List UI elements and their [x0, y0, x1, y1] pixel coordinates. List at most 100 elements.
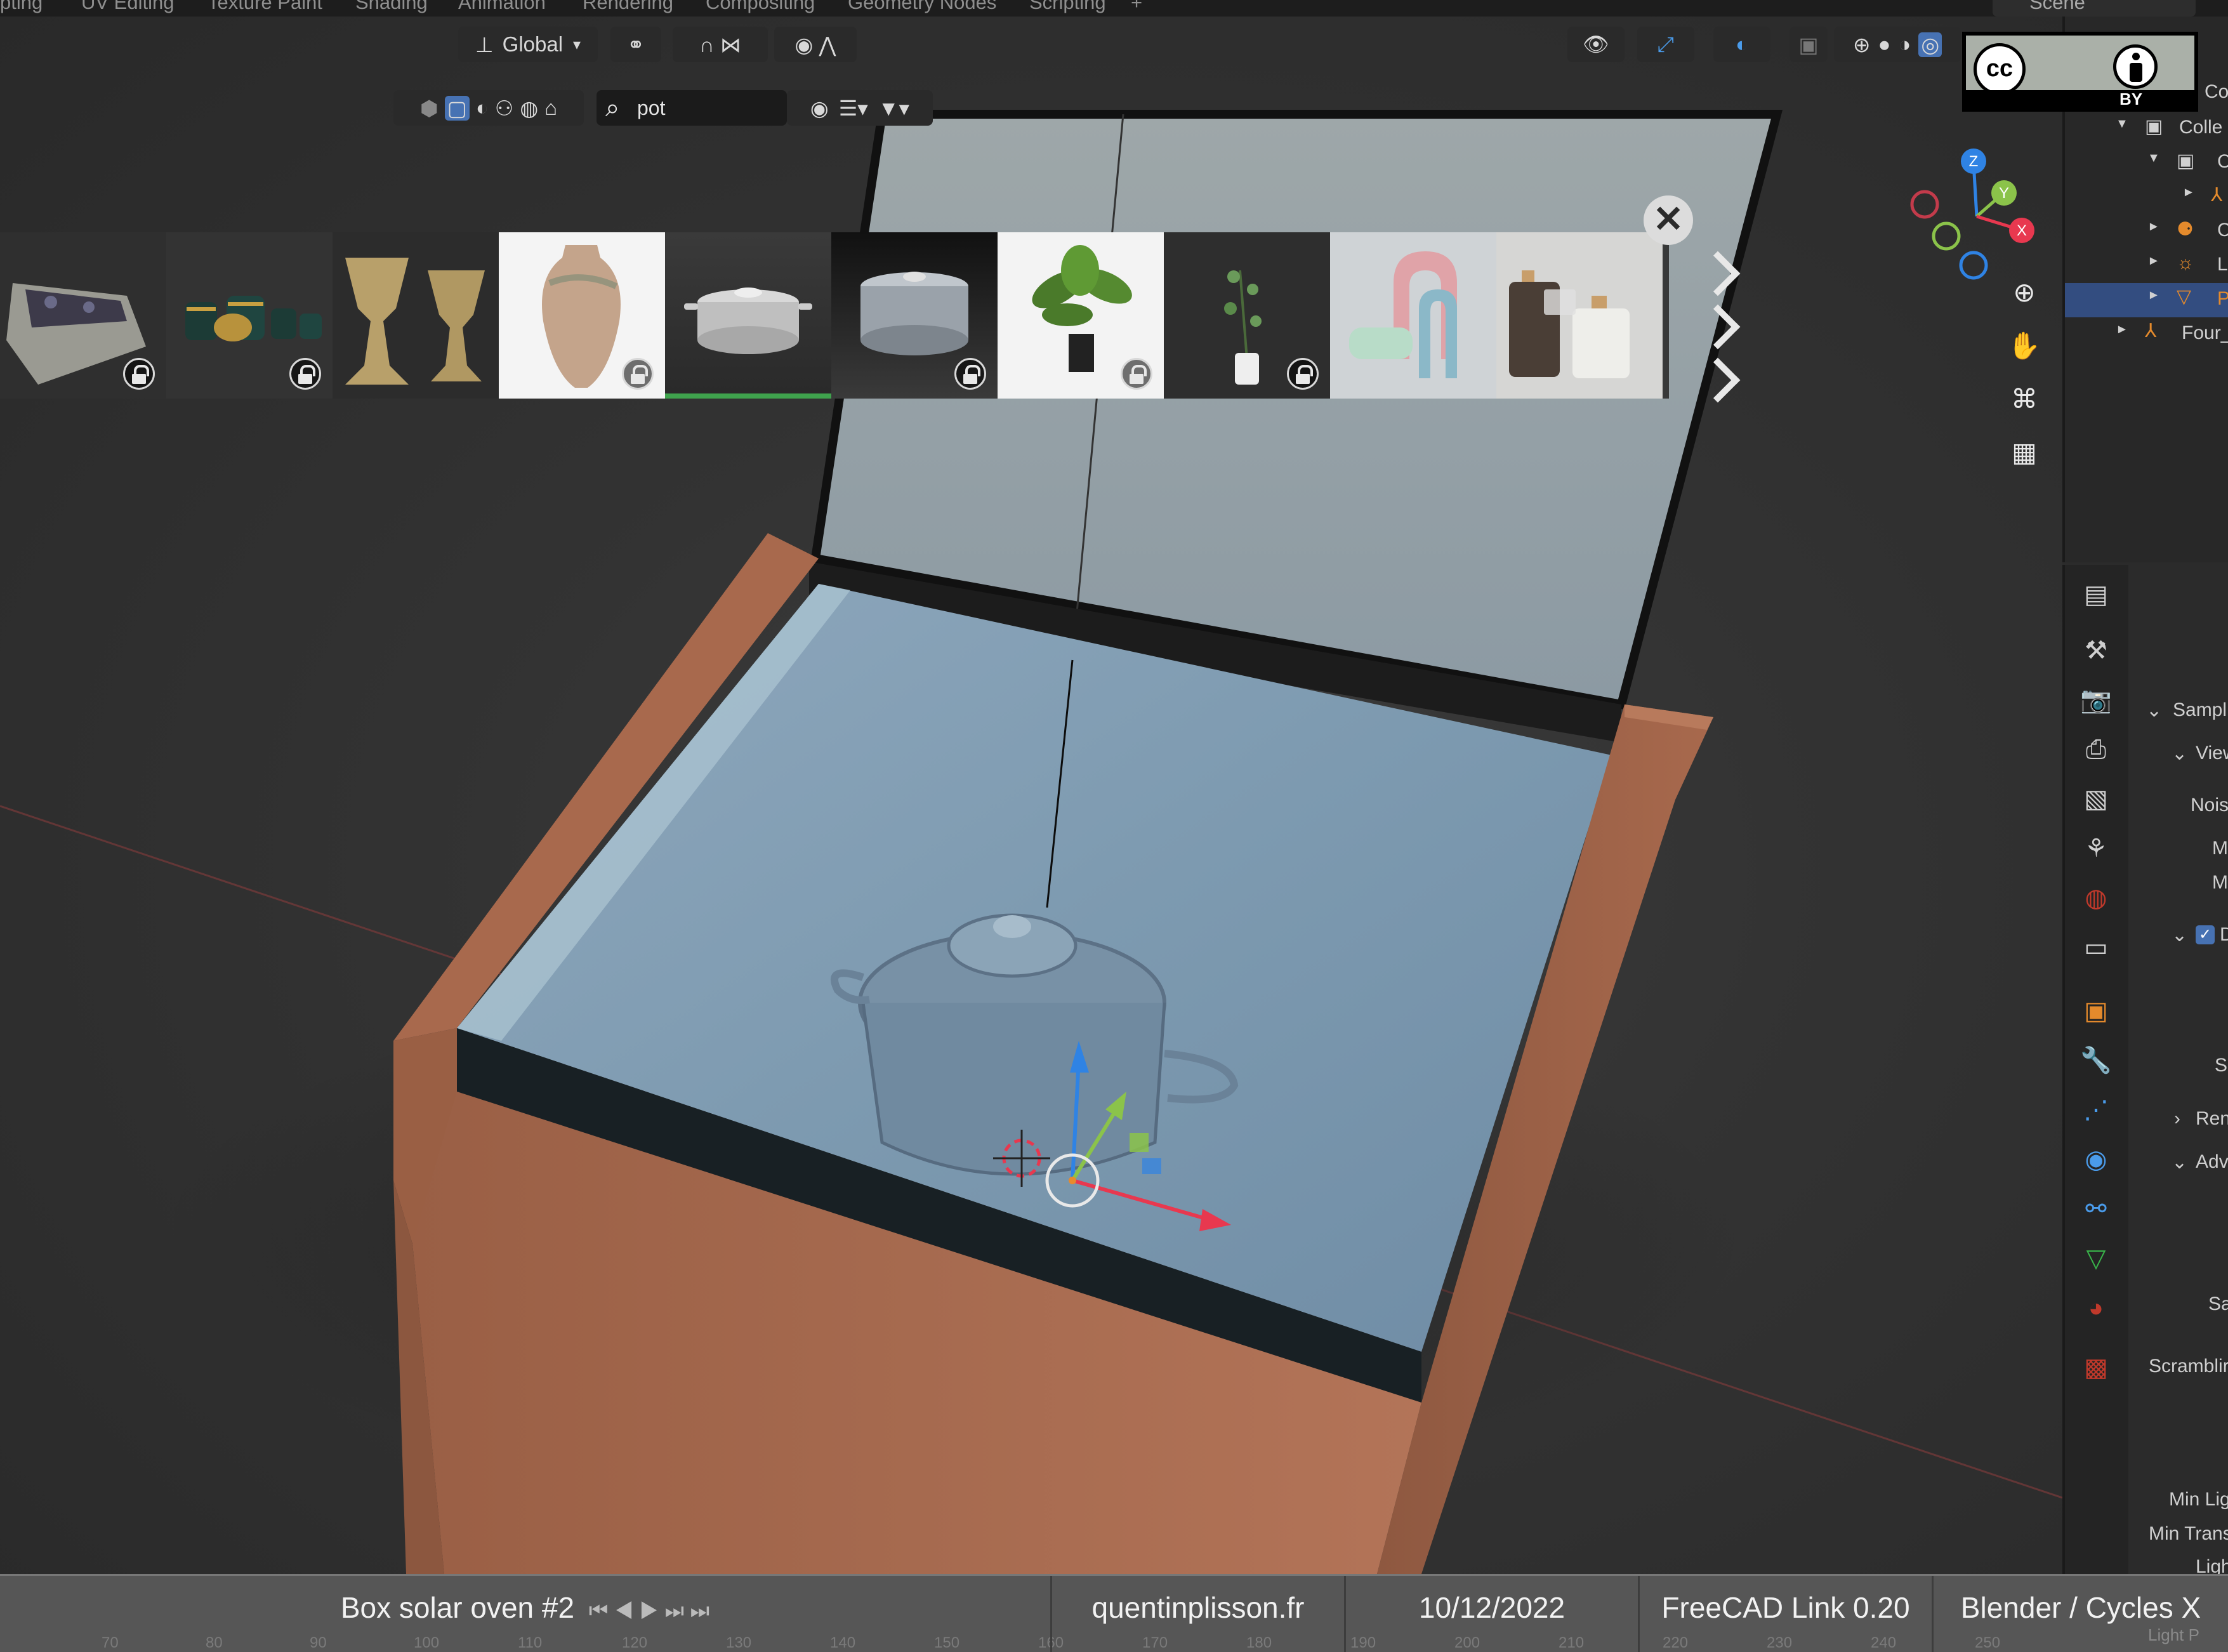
- object-icon[interactable]: ▢: [444, 95, 470, 121]
- expand-arrow-icon[interactable]: ►: [2147, 288, 2160, 303]
- asset-filter-buttons[interactable]: ⬢ ▢ ◐ ⚇ ◍ ⌂: [393, 90, 584, 126]
- shading-mode-buttons[interactable]: ⊕ ● ◑ ◎: [1834, 27, 1961, 62]
- outliner-row[interactable]: ► ☼ Li: [2065, 249, 2228, 283]
- render-chevron-icon[interactable]: ›: [2174, 1108, 2180, 1130]
- denoise-chevron-icon[interactable]: ⌄: [2172, 924, 2187, 946]
- prop-label-noise: Nois: [2191, 795, 2228, 816]
- sampling-chevron-icon[interactable]: ⌄: [2146, 699, 2162, 722]
- scene-selector[interactable]: [1993, 0, 2196, 17]
- xray-icon: ▣: [1798, 32, 1819, 56]
- expand-arrow-icon[interactable]: ►: [2147, 254, 2160, 268]
- add-workspace-button[interactable]: +: [1131, 0, 1142, 14]
- view-object-types-dropdown[interactable]: 👁: [1567, 27, 1625, 62]
- asset-plant-vase[interactable]: [1164, 232, 1330, 399]
- viewport-chevron-icon[interactable]: ⌄: [2172, 743, 2187, 765]
- camera-view-icon[interactable]: ⌘: [2002, 377, 2047, 421]
- asset-stone-planter[interactable]: [0, 232, 166, 399]
- scene-tab-icon[interactable]: ⚘: [2074, 826, 2118, 871]
- material-filter-icon[interactable]: ◐: [476, 96, 489, 120]
- asset-green-pots-set[interactable]: [166, 232, 333, 399]
- world-filter-icon[interactable]: ◍: [520, 96, 538, 121]
- glass-jars-thumbnail: [1509, 270, 1630, 378]
- asset-steel-stock-pot[interactable]: [831, 232, 998, 399]
- expand-arrow-icon[interactable]: ►: [2182, 185, 2195, 200]
- filter-icon[interactable]: ▼▾: [878, 96, 909, 121]
- material-tab-icon[interactable]: ◕: [2074, 1286, 2118, 1330]
- axis-y-label: Y: [1999, 185, 2009, 202]
- data-tab-icon[interactable]: ▽: [2074, 1236, 2118, 1281]
- tab-sculpting[interactable]: pting: [0, 0, 43, 14]
- rendered-icon[interactable]: ◎: [1918, 32, 1942, 57]
- view-layer-tab-icon[interactable]: ▧: [2074, 777, 2118, 821]
- asset-steel-pot[interactable]: [665, 232, 831, 399]
- playback-controls-icon[interactable]: ⏮ ◀ ▶ ⏭ ⏭: [589, 1599, 709, 1623]
- world-tab-icon[interactable]: ◍: [2074, 876, 2118, 920]
- advanced-chevron-icon[interactable]: ⌄: [2172, 1151, 2187, 1173]
- outliner-row[interactable]: ▼ ▣ Colle: [2065, 112, 2228, 146]
- tool-tab-icon[interactable]: ⚒: [2074, 628, 2118, 673]
- node-filter-icon[interactable]: ⚇: [495, 96, 514, 121]
- object-tab-icon[interactable]: ▣: [2074, 989, 2118, 1033]
- prop-label-s: S: [2215, 1055, 2228, 1076]
- asset-glass-jars[interactable]: [1496, 232, 1663, 399]
- wireframe-icon[interactable]: ⊕: [1853, 32, 1871, 57]
- properties-panel: ▤ ⚒ 📷 ⎙ ▧ ⚘ ◍ ▭ ▣ 🔧 ⋰ ◉ ⚯ ▽ ◕ ▩ ⌄ Sampli…: [2062, 565, 2228, 1574]
- denoise-checkbox[interactable]: ✓: [2196, 925, 2215, 944]
- transform-orientation-dropdown[interactable]: ⊥ Global ▾: [458, 27, 598, 62]
- physics-tab-icon[interactable]: ◉: [2074, 1137, 2118, 1182]
- tab-geometry-nodes[interactable]: Geometry Nodes: [848, 0, 996, 14]
- sort-icon[interactable]: ☰▾: [839, 96, 868, 121]
- zoom-icon[interactable]: ⊕: [2002, 270, 2047, 315]
- display-options-buttons[interactable]: ◉ ☰▾ ▼▾: [787, 90, 933, 126]
- tab-scripting[interactable]: Scripting: [1029, 0, 1106, 14]
- transform-orientation-label: Global: [502, 32, 564, 56]
- eye-visibility-icon[interactable]: ◉: [810, 96, 829, 121]
- gizmo-toggle[interactable]: ⤢: [1637, 27, 1694, 62]
- outliner-row[interactable]: ► ⅄: [2065, 180, 2228, 215]
- tab-rendering[interactable]: Rendering: [583, 0, 673, 14]
- asset-stone-urns[interactable]: [333, 232, 499, 399]
- particles-tab-icon[interactable]: ⋰: [2074, 1088, 2118, 1132]
- overlay-toggle[interactable]: ◐: [1713, 27, 1770, 62]
- pivot-point-dropdown[interactable]: ⚭: [610, 27, 661, 62]
- material-icon[interactable]: ◑: [1898, 32, 1911, 56]
- 3d-viewport[interactable]: ⊥ Global ▾ ⚭ ∩ ⋈ ◉ ⋀ 👁 ⤢ ◐ ▣ ⊕ ● ◑ ◎ ⬢ ▢…: [0, 17, 2062, 1574]
- expand-arrow-icon[interactable]: ►: [2116, 322, 2128, 337]
- brush-filter-icon[interactable]: ⌂: [544, 96, 557, 120]
- camera-icon: ⚈: [2177, 219, 2194, 240]
- tab-animation[interactable]: Animation: [458, 0, 546, 14]
- prop-label-render: Ren: [2196, 1108, 2228, 1129]
- expand-arrow-icon[interactable]: ▼: [2116, 117, 2128, 131]
- lock-icon: [954, 358, 986, 390]
- tab-compositing[interactable]: Compositing: [706, 0, 815, 14]
- collection-tab-icon[interactable]: ▭: [2074, 925, 2118, 970]
- solid-icon[interactable]: ●: [1878, 32, 1890, 56]
- constraints-tab-icon[interactable]: ⚯: [2074, 1187, 2118, 1231]
- outliner-row[interactable]: ► ⅄ Four_: [2065, 317, 2228, 352]
- editor-type-icon[interactable]: ▤: [2074, 572, 2118, 617]
- asset-pastel-arches[interactable]: [1330, 232, 1496, 399]
- outliner-row[interactable]: ▼ ▣ C: [2065, 146, 2228, 180]
- output-tab-icon[interactable]: ⎙: [2074, 727, 2118, 772]
- xray-toggle[interactable]: ▣: [1790, 27, 1828, 62]
- pan-hand-icon[interactable]: ✋: [2002, 324, 2047, 368]
- tab-texture-paint[interactable]: Texture Paint: [208, 0, 322, 14]
- texture-tab-icon[interactable]: ▩: [2074, 1345, 2118, 1390]
- tab-uv-editing[interactable]: UV Editing: [81, 0, 174, 14]
- proportional-editing-toggle[interactable]: ◉ ⋀: [774, 27, 857, 62]
- asset-potted-plant[interactable]: [998, 232, 1164, 399]
- modifier-tab-icon[interactable]: 🔧: [2074, 1038, 2118, 1083]
- expand-arrow-icon[interactable]: ►: [2147, 220, 2160, 234]
- tab-shading[interactable]: Shading: [355, 0, 428, 14]
- expand-arrow-icon[interactable]: ▼: [2147, 151, 2160, 166]
- render-tab-icon[interactable]: 📷: [2074, 678, 2118, 722]
- perspective-grid-icon[interactable]: ▦: [2002, 430, 2047, 475]
- outliner-row-selected[interactable]: ► ▽ Pl: [2065, 283, 2228, 317]
- outliner-row[interactable]: ► ⚈ C: [2065, 215, 2228, 249]
- asset-terracotta-vase[interactable]: [499, 232, 665, 399]
- cube-icon[interactable]: ⬢: [420, 96, 438, 121]
- light-paths-overlap-label: Light P: [2148, 1625, 2199, 1644]
- close-asset-strip-button[interactable]: ✕: [1644, 195, 1693, 245]
- asset-search-input[interactable]: ⌕ pot: [597, 90, 787, 126]
- snapping-toggle[interactable]: ∩ ⋈: [673, 27, 768, 62]
